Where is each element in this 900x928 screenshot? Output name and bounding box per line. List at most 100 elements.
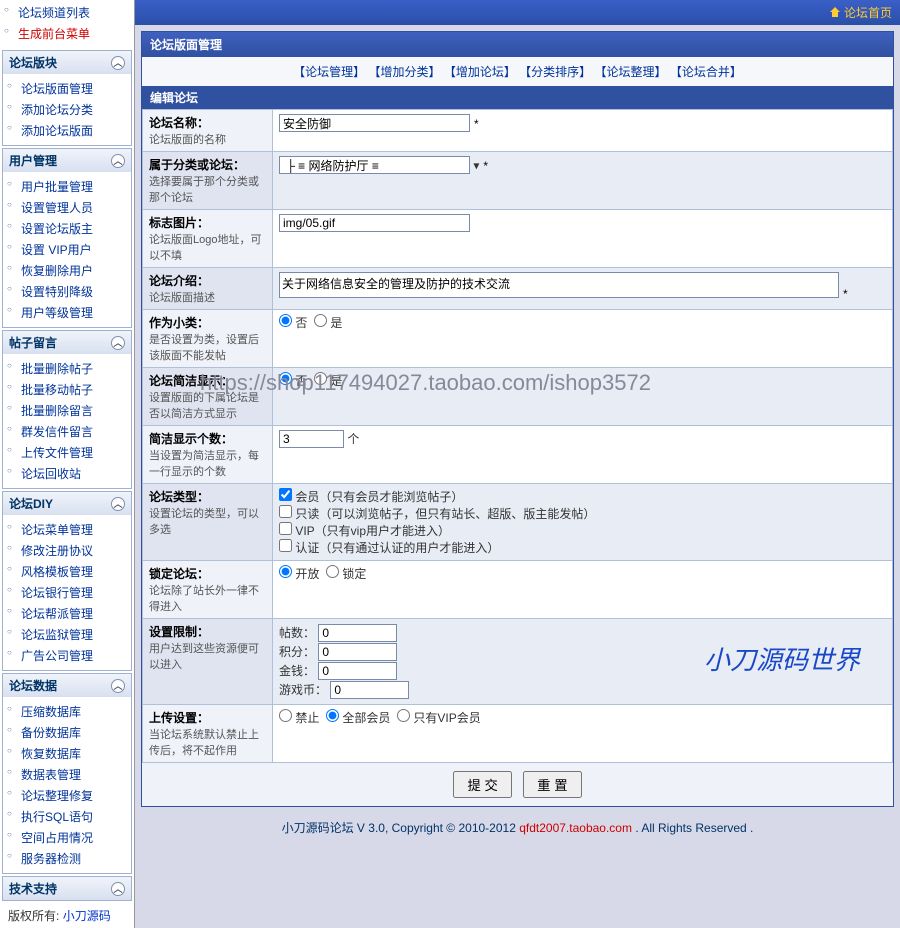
- tab-link[interactable]: 【论坛合并】: [670, 65, 742, 79]
- tab-link[interactable]: 【论坛管理】: [293, 65, 365, 79]
- sidebar-item[interactable]: 群发信件留言: [21, 421, 131, 442]
- forum-name-input[interactable]: [279, 114, 470, 132]
- sidebar-item[interactable]: 论坛银行管理: [21, 582, 131, 603]
- tab-link[interactable]: 【增加论坛】: [444, 65, 516, 79]
- tab-link[interactable]: 【分类排序】: [519, 65, 591, 79]
- sidebar-item[interactable]: 批量删除留言: [21, 400, 131, 421]
- sidebar-item[interactable]: 用户等级管理: [21, 302, 131, 323]
- tab-link[interactable]: 【论坛整理】: [595, 65, 667, 79]
- copyright-label: 版权所有:: [8, 909, 59, 923]
- radio-option[interactable]: 全部会员: [326, 711, 390, 725]
- radio-option[interactable]: 是: [314, 374, 342, 388]
- radio[interactable]: [397, 709, 410, 722]
- limit-label: 帖数：: [279, 626, 315, 640]
- simplenum-input[interactable]: [279, 430, 344, 448]
- label: 设置限制：: [149, 625, 209, 639]
- sidebar-item[interactable]: 添加论坛版面: [21, 120, 131, 141]
- sidebar-item[interactable]: 设置特别降级: [21, 281, 131, 302]
- radio[interactable]: [279, 565, 292, 578]
- nav-group-head[interactable]: 论坛数据︿: [3, 674, 131, 697]
- limit-input[interactable]: [318, 624, 397, 642]
- sidebar-item[interactable]: 备份数据库: [21, 722, 131, 743]
- limit-label: 金钱：: [279, 664, 315, 678]
- sidebar-item[interactable]: 执行SQL语句: [21, 806, 131, 827]
- sidebar-item[interactable]: 数据表管理: [21, 764, 131, 785]
- dropdown-icon[interactable]: ▾: [473, 159, 479, 173]
- reset-button[interactable]: [523, 771, 581, 798]
- label: 论坛介绍：: [149, 274, 209, 288]
- radio[interactable]: [326, 709, 339, 722]
- chevron-up-icon: ︿: [111, 56, 125, 70]
- radio-option[interactable]: 开放: [279, 567, 319, 581]
- sidebar-item[interactable]: 设置管理人员: [21, 197, 131, 218]
- sidebar-item[interactable]: 广告公司管理: [21, 645, 131, 666]
- tab-link[interactable]: 【增加分类】: [368, 65, 440, 79]
- sidebar-item[interactable]: 批量删除帖子: [21, 358, 131, 379]
- radio[interactable]: [279, 314, 292, 327]
- sidebar-item[interactable]: 批量移动帖子: [21, 379, 131, 400]
- sidebar-item[interactable]: 论坛频道列表: [18, 2, 134, 23]
- radio[interactable]: [279, 372, 292, 385]
- radio-option[interactable]: 否: [279, 374, 307, 388]
- sidebar-item[interactable]: 论坛回收站: [21, 463, 131, 484]
- sidebar-item[interactable]: 服务器检测: [21, 848, 131, 869]
- limit-input[interactable]: [330, 681, 409, 699]
- sidebar-item[interactable]: 论坛版面管理: [21, 78, 131, 99]
- sidebar-item[interactable]: 恢复数据库: [21, 743, 131, 764]
- checkbox-option[interactable]: 会员（只有会员才能浏览帖子）: [279, 490, 463, 504]
- panel-title: 论坛版面管理: [142, 32, 893, 57]
- radio[interactable]: [314, 372, 327, 385]
- checkbox-option[interactable]: VIP（只有vip用户才能进入）: [279, 524, 450, 538]
- label: 上传设置：: [149, 711, 209, 725]
- checkbox[interactable]: [279, 522, 292, 535]
- limit-input[interactable]: [318, 643, 397, 661]
- sidebar-item[interactable]: 上传文件管理: [21, 442, 131, 463]
- checkbox[interactable]: [279, 505, 292, 518]
- nav-group-head[interactable]: 论坛DIY︿: [3, 492, 131, 515]
- sidebar-item[interactable]: 论坛帮派管理: [21, 603, 131, 624]
- sidebar-item[interactable]: 修改注册协议: [21, 540, 131, 561]
- sidebar-item[interactable]: 添加论坛分类: [21, 99, 131, 120]
- checkbox[interactable]: [279, 539, 292, 552]
- submit-button[interactable]: [453, 771, 511, 798]
- checkbox-option[interactable]: 只读（可以浏览帖子，但只有站长、超版、版主能发帖）: [279, 507, 595, 521]
- sidebar-item[interactable]: 论坛整理修复: [21, 785, 131, 806]
- parent-select[interactable]: [279, 156, 470, 174]
- label: 论坛名称：: [149, 116, 209, 130]
- sidebar-item[interactable]: 设置论坛版主: [21, 218, 131, 239]
- nav-group-head[interactable]: 论坛版块︿: [3, 51, 131, 74]
- sidebar-item[interactable]: 空间占用情况: [21, 827, 131, 848]
- radio[interactable]: [326, 565, 339, 578]
- nav-group-head[interactable]: 技术支持︿: [3, 877, 131, 900]
- limit-input[interactable]: [318, 662, 397, 680]
- sidebar-item[interactable]: 压缩数据库: [21, 701, 131, 722]
- nav-group-head[interactable]: 帖子留言︿: [3, 331, 131, 354]
- sidebar-item[interactable]: 论坛监狱管理: [21, 624, 131, 645]
- radio-option[interactable]: 是: [314, 316, 342, 330]
- label: 属于分类或论坛：: [149, 158, 245, 172]
- checkbox-option[interactable]: 认证（只有通过认证的用户才能进入）: [279, 541, 499, 555]
- radio-option[interactable]: 只有VIP会员: [397, 711, 481, 725]
- sidebar-item[interactable]: 生成前台菜单: [18, 23, 134, 44]
- home-link[interactable]: 论坛首页: [844, 6, 892, 20]
- label-sub: 论坛除了站长外一律不得进入: [149, 585, 259, 613]
- sidebar-item[interactable]: 用户批量管理: [21, 176, 131, 197]
- radio-option[interactable]: 禁止: [279, 711, 319, 725]
- sidebar-item[interactable]: 风格模板管理: [21, 561, 131, 582]
- radio[interactable]: [279, 709, 292, 722]
- watermark: 小刀源码世界: [704, 640, 860, 677]
- chevron-up-icon: ︿: [111, 336, 125, 350]
- radio-option[interactable]: 锁定: [326, 567, 366, 581]
- label-sub: 设置版面的下属论坛是否以简洁方式显示: [149, 392, 259, 420]
- main: 论坛首页 论坛版面管理 【论坛管理】 【增加分类】 【增加论坛】 【分类排序】 …: [135, 0, 900, 928]
- sidebar-item[interactable]: 恢复删除用户: [21, 260, 131, 281]
- nav-group-head[interactable]: 用户管理︿: [3, 149, 131, 172]
- intro-textarea[interactable]: 关于网络信息安全的管理及防护的技术交流: [279, 272, 839, 298]
- sidebar-item[interactable]: 论坛菜单管理: [21, 519, 131, 540]
- radio-option[interactable]: 否: [279, 316, 307, 330]
- sidebar-item[interactable]: 设置 VIP用户: [21, 239, 131, 260]
- footer-link[interactable]: qfdt2007.taobao.com: [519, 821, 632, 835]
- checkbox[interactable]: [279, 488, 292, 501]
- logo-input[interactable]: [279, 214, 470, 232]
- radio[interactable]: [314, 314, 327, 327]
